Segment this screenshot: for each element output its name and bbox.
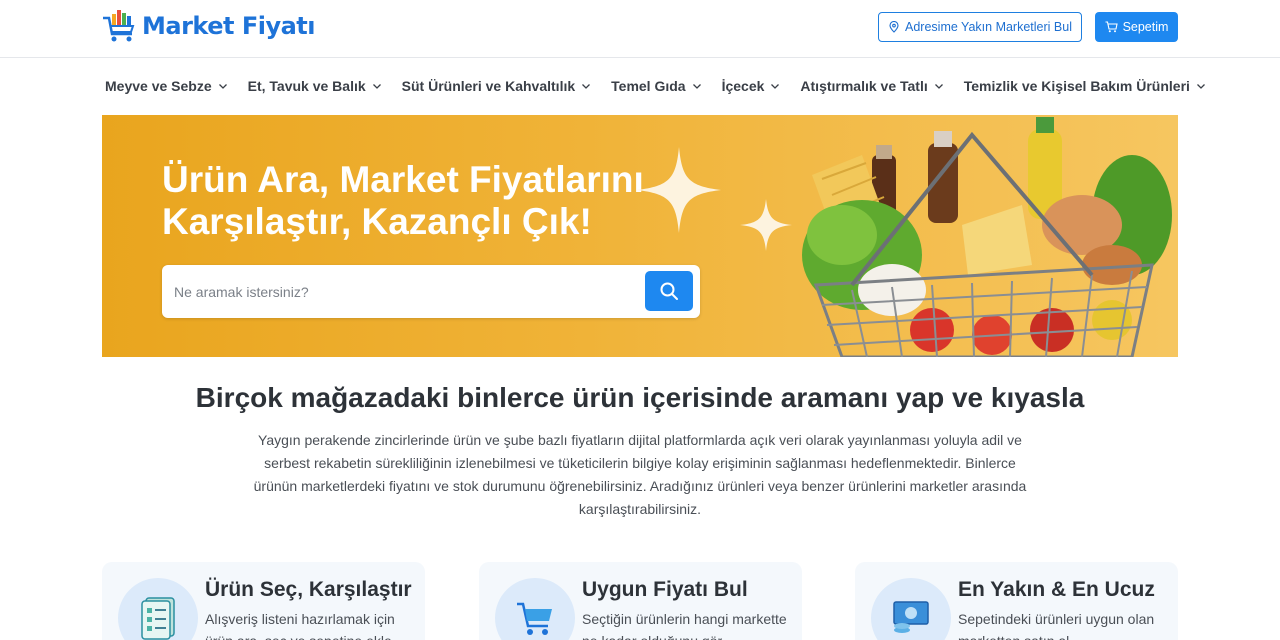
site-header: Market Fiyatı Adresime Yakın Marketleri … xyxy=(0,0,1280,58)
cart-logo-icon xyxy=(103,10,135,42)
chevron-down-icon xyxy=(934,84,943,89)
chevron-down-icon xyxy=(218,84,227,89)
location-pin-icon xyxy=(889,21,899,33)
chevron-down-icon xyxy=(582,84,591,89)
sparkle-small-icon xyxy=(740,199,792,251)
chevron-down-icon xyxy=(372,84,381,89)
sparkle-large-icon xyxy=(637,147,721,233)
hero-title: Ürün Ara, Market Fiyatlarını Karşılaştır… xyxy=(162,159,682,243)
card-text: Sepetindeki ürünleri uygun olan markette… xyxy=(958,611,1155,640)
cart-button-label: Sepetim xyxy=(1122,20,1169,34)
nav-item-icecek[interactable]: İçecek xyxy=(722,78,781,94)
section-description: Yaygın perakende zincirlerinde ürün ve ş… xyxy=(253,432,1027,517)
nav-item-meyve-sebze[interactable]: Meyve ve Sebze xyxy=(105,78,228,94)
nav-item-et-tavuk-balik[interactable]: Et, Tavuk ve Balık xyxy=(248,78,382,94)
logo-text: Market Fiyatı xyxy=(142,12,316,40)
nav-item-label: Atıştırmalık ve Tatlı xyxy=(800,78,928,94)
search-icon xyxy=(660,282,678,300)
nav-item-label: İçecek xyxy=(721,78,765,94)
section-title: Birçok mağazadaki binlerce ürün içerisin… xyxy=(195,382,1085,413)
nav-item-label: Süt Ürünleri ve Kahvaltılık xyxy=(401,78,576,94)
find-nearby-markets-button[interactable]: Adresime Yakın Marketleri Bul xyxy=(878,12,1082,42)
nav-item-label: Et, Tavuk ve Balık xyxy=(247,78,366,94)
nav-item-label: Temel Gıda xyxy=(611,78,686,94)
card-title: En Yakın & En Ucuz xyxy=(958,578,1155,601)
nav-item-label: Meyve ve Sebze xyxy=(105,78,212,94)
chevron-down-icon xyxy=(692,84,701,89)
grocery-basket-image xyxy=(802,117,1172,357)
nav-item-sut-urunleri[interactable]: Süt Ürünleri ve Kahvaltılık xyxy=(402,78,592,94)
nav-item-temizlik-kisisel-bakim[interactable]: Temizlik ve Kişisel Bakım Ürünleri xyxy=(964,78,1206,94)
card-title: Uygun Fiyatı Bul xyxy=(582,578,748,601)
card-text: Alışveriş listeni hazırlamak için ürün a… xyxy=(205,611,396,640)
cart-button[interactable]: Sepetim xyxy=(1095,12,1178,42)
card-title: Ürün Seç, Karşılaştır xyxy=(205,578,412,601)
category-nav: Meyve ve Sebze Et, Tavuk ve Balık Süt Ür… xyxy=(105,74,1206,98)
nav-item-label: Temizlik ve Kişisel Bakım Ürünleri xyxy=(963,78,1190,94)
feature-card-nearest-cheapest: En Yakın & En Ucuz Sepetindeki ürünleri … xyxy=(855,562,1178,640)
nav-item-atistirmalik-tatli[interactable]: Atıştırmalık ve Tatlı xyxy=(800,78,943,94)
nav-item-temel-gida[interactable]: Temel Gıda xyxy=(611,78,701,94)
hero-title-line-1: Ürün Ara, Market Fiyatlarını xyxy=(162,159,644,200)
hero-banner: Ürün Ara, Market Fiyatlarını Karşılaştır… xyxy=(102,115,1178,357)
product-search-box xyxy=(162,265,700,318)
site-logo[interactable]: Market Fiyatı xyxy=(102,8,316,44)
feature-card-select-compare: Ürün Seç, Karşılaştır Alışveriş listeni … xyxy=(102,562,425,640)
hero-title-line-2: Karşılaştır, Kazançlı Çık! xyxy=(162,201,592,242)
money-icon xyxy=(871,578,951,640)
product-search-input[interactable] xyxy=(162,265,642,318)
card-text: Seçtiğin ürünlerin hangi markette ne kad… xyxy=(582,611,787,640)
search-button[interactable] xyxy=(645,271,693,311)
checklist-icon xyxy=(118,578,198,640)
chevron-down-icon xyxy=(771,84,780,89)
cart-icon xyxy=(1105,21,1118,33)
chevron-down-icon xyxy=(1196,84,1205,89)
cart-icon xyxy=(495,578,575,640)
feature-card-best-price: Uygun Fiyatı Bul Seçtiğin ürünlerin hang… xyxy=(479,562,802,640)
find-nearby-markets-label: Adresime Yakın Marketleri Bul xyxy=(905,20,1072,34)
